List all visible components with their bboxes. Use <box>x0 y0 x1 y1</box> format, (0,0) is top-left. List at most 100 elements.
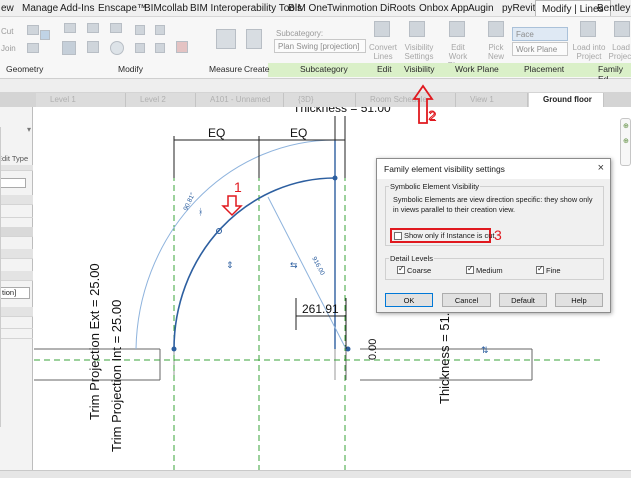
prop-field-value: tion] <box>2 288 17 297</box>
split-face-icon[interactable] <box>27 43 39 53</box>
prop-row[interactable] <box>0 329 33 339</box>
tab-bimcollab[interactable]: BIMcollab <box>144 3 188 14</box>
prop-group-header <box>0 165 33 171</box>
flip-arrow-icon: ⇆ <box>290 261 298 271</box>
zoom-icon[interactable]: ⊕ <box>623 122 629 130</box>
copy-icon[interactable] <box>87 41 99 53</box>
navigation-bar[interactable]: ⊕ ⊕ <box>620 118 631 166</box>
cope-icon[interactable] <box>27 25 39 35</box>
cancel-button[interactable]: Cancel <box>442 293 491 307</box>
delete-icon[interactable] <box>176 41 188 53</box>
view-tab-3d[interactable]: {3D} <box>284 93 356 107</box>
placement-face-button[interactable]: Face <box>512 27 568 41</box>
visibility-settings-button[interactable]: Visibility Settings <box>402 43 436 61</box>
medium-checkbox[interactable] <box>466 264 474 274</box>
view-tab-room-schedule[interactable]: Room Schedule <box>356 93 456 107</box>
subcategory-dropdown[interactable]: Plan Swing [projection] <box>274 39 366 53</box>
properties-dropdown-icon[interactable]: ▾ <box>27 125 31 134</box>
tab-pyrevit[interactable]: pyRevit <box>502 3 535 14</box>
eq-label-right: EQ <box>290 126 307 140</box>
fine-checkbox[interactable] <box>536 264 544 274</box>
medium-label: Medium <box>476 266 503 275</box>
array-icon[interactable] <box>135 43 145 53</box>
tab-bim-one[interactable]: BIM One <box>288 3 327 14</box>
pick-new-button[interactable]: Pick New <box>484 43 508 61</box>
flip-arrow-icon: ⇅ <box>481 346 489 356</box>
view-tab-level-1[interactable]: Level 1 <box>36 93 126 107</box>
view-tab-a101[interactable]: A101 - Unnamed <box>196 93 284 107</box>
pick-new-icon[interactable] <box>488 21 504 37</box>
edit-work-plane-icon[interactable] <box>449 21 465 37</box>
visibility-settings-icon[interactable] <box>409 21 425 37</box>
convert-lines-button[interactable]: Convert Lines <box>368 43 398 61</box>
prop-row[interactable] <box>0 319 33 329</box>
edit-type-button[interactable]: Edit Type <box>0 154 28 163</box>
trim-icon[interactable] <box>135 25 145 35</box>
dialog-title: Family element visibility settings <box>384 164 505 174</box>
panel-label-modify: Modify <box>118 64 144 74</box>
default-button[interactable]: Default <box>499 293 547 307</box>
prop-group-header <box>0 271 33 281</box>
load-into-project-button[interactable]: Load into Project <box>572 43 606 61</box>
tab-bim-interoperability-tools[interactable]: BIM Interoperability Tools <box>190 3 302 14</box>
tab-augin[interactable]: Augin <box>468 3 494 14</box>
align-icon[interactable] <box>64 23 76 33</box>
tab-manage[interactable]: Manage <box>22 3 58 14</box>
cancel-label: Cancel <box>454 296 479 305</box>
view-tab-level-2[interactable]: Level 2 <box>126 93 196 107</box>
view-tab-level-2-label: Level 2 <box>140 95 166 104</box>
coarse-checkbox[interactable] <box>397 264 405 274</box>
load-into-project-icon[interactable] <box>580 21 596 37</box>
help-button[interactable]: Help <box>555 293 603 307</box>
arc-endpoint <box>171 346 177 352</box>
thickness-right-label: Thickness = 51.00 <box>437 298 452 404</box>
show-if-cut-label: Show only if Instance is cut <box>404 231 495 240</box>
prop-row[interactable] <box>0 227 33 237</box>
show-if-cut-checkbox[interactable] <box>394 232 402 240</box>
tab-add-ins[interactable]: Add-Ins <box>60 3 94 14</box>
dim-zero-label: 0.00 <box>367 339 379 360</box>
prop-field[interactable]: tion] <box>0 287 30 299</box>
panel-label-visibility: Visibility <box>404 64 435 74</box>
fine-label: Fine <box>546 266 561 275</box>
prop-field[interactable] <box>0 178 26 188</box>
measure-icon[interactable] <box>216 29 236 49</box>
ribbon-panel-labels: Geometry Modify Measure Create Subcatego… <box>0 63 631 84</box>
prop-group-header <box>0 307 33 317</box>
split-icon[interactable] <box>155 25 165 35</box>
join-tool[interactable]: Join <box>1 44 16 53</box>
move-icon[interactable] <box>62 41 76 55</box>
create-icon[interactable] <box>246 29 262 49</box>
pan-icon[interactable]: ⊕ <box>623 137 629 145</box>
mirror-icon[interactable] <box>110 23 122 33</box>
tab-diroots[interactable]: DiRoots <box>380 3 416 14</box>
view-tab-ground-floor-label: Ground floor <box>543 95 592 104</box>
view-tab-view-1-label: View 1 <box>470 95 494 104</box>
ribbon: Cut Join Subcategory: Plan Swing [projec… <box>0 17 631 84</box>
panel-label-placement: Placement <box>524 64 565 74</box>
ok-button[interactable]: OK <box>385 293 433 307</box>
flip-arrow-icon: ᚼ <box>198 207 203 218</box>
coarse-label: Coarse <box>407 266 432 275</box>
tab-view[interactable]: ew <box>1 3 14 14</box>
convert-lines-icon[interactable] <box>374 21 390 37</box>
load-into-project-close-icon[interactable] <box>614 21 630 37</box>
offset-icon[interactable] <box>87 23 99 33</box>
properties-panel: ▾ Edit Type tion] <box>0 107 33 478</box>
tab-onbox-app[interactable]: Onbox App <box>419 3 468 14</box>
prop-row[interactable] <box>0 208 33 218</box>
view-tab-view-1[interactable]: View 1 <box>456 93 528 107</box>
tab-enscape[interactable]: Enscape™ <box>98 3 147 14</box>
tab-twinmotion[interactable]: Twinmotion <box>327 3 378 14</box>
load-into-project-close-button[interactable]: Load Project <box>608 43 631 61</box>
plan-swing-arc <box>173 177 336 350</box>
rotate-icon[interactable] <box>110 41 124 55</box>
placement-work-plane-button[interactable]: Work Plane <box>512 42 568 56</box>
tab-bentley[interactable]: Bentley <box>597 3 630 14</box>
cut-tool[interactable]: Cut <box>1 27 13 36</box>
close-icon[interactable]: × <box>598 162 604 174</box>
paint-icon[interactable] <box>40 30 50 40</box>
view-tab-ground-floor[interactable]: Ground floor <box>529 93 604 107</box>
panel-label-measure: Measure <box>209 64 243 74</box>
scale-icon[interactable] <box>155 43 165 53</box>
